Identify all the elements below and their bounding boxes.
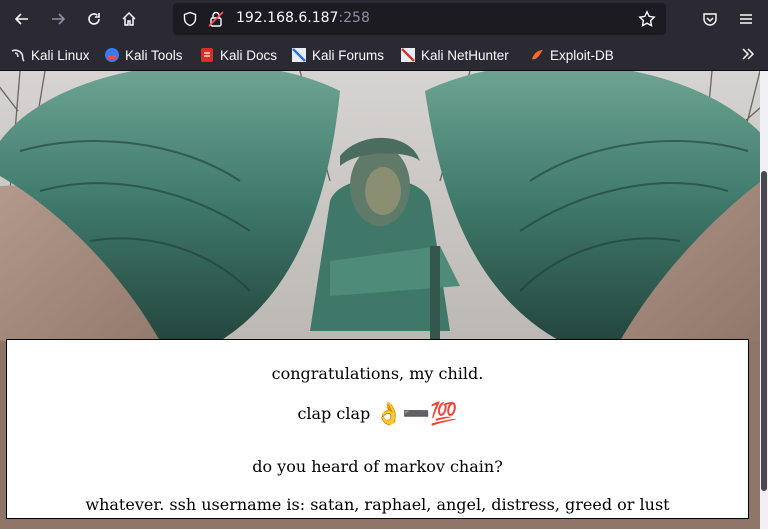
minus-emoji: ➖ (402, 402, 431, 427)
bookmark-star-icon[interactable] (638, 10, 656, 28)
forward-button[interactable] (44, 5, 72, 33)
bookmark-kali-forums[interactable]: Kali Forums (291, 45, 384, 65)
kali-docs-icon (201, 48, 213, 62)
reload-button[interactable] (80, 5, 108, 33)
url-bar[interactable]: 192.168.6.187:258 (173, 3, 666, 35)
ok-hand-emoji: 👌 (375, 402, 403, 427)
bookmark-kali-docs[interactable]: Kali Docs (199, 45, 277, 65)
scrollbar-thumb[interactable] (761, 171, 767, 491)
back-arrow-icon (14, 13, 28, 25)
clap-text: clap clap (297, 404, 376, 423)
clap-line: clap clap 👌➖💯 (7, 402, 748, 427)
bookmark-exploit-db[interactable]: Exploit-DB (529, 45, 614, 65)
menu-button[interactable] (732, 5, 760, 33)
home-icon (122, 11, 136, 26)
bookmark-kali-linux[interactable]: Kali Linux (10, 45, 90, 65)
shield-icon[interactable] (182, 11, 198, 27)
insecure-lock-icon[interactable] (208, 10, 224, 28)
message-box: congratulations, my child. clap clap 👌➖💯… (6, 339, 749, 519)
page-scrollbar[interactable] (760, 71, 768, 529)
hundred-points-emoji: 💯 (430, 402, 458, 427)
home-button[interactable] (115, 5, 143, 33)
bookmark-label: Kali Forums (312, 47, 385, 63)
exploit-db-icon (532, 50, 543, 60)
forward-arrow-icon (52, 13, 66, 25)
bookmark-label: Kali Linux (31, 47, 90, 63)
bookmark-label: Kali NetHunter (421, 47, 509, 63)
double-chevron-right-icon (742, 48, 755, 60)
markov-chain-text: do you heard of markov chain? (252, 457, 503, 476)
congratulations-text: congratulations, my child. (271, 364, 484, 383)
kali-forums-icon (292, 48, 306, 62)
reload-icon (88, 13, 100, 25)
url-host: 192.168.6.187 (236, 10, 339, 26)
url-text[interactable]: 192.168.6.187:258 (236, 10, 370, 26)
url-port: :258 (338, 10, 370, 26)
kali-nethunter-icon (401, 48, 415, 62)
kali-dragon-icon (11, 49, 25, 62)
bookmarks-overflow-button[interactable] (740, 44, 756, 64)
pocket-icon (703, 13, 717, 26)
bookmarks-toolbar: Kali Linux Kali Tools Kali Docs Kali For… (0, 38, 768, 71)
browser-toolbar: 192.168.6.187:258 (0, 0, 768, 38)
kali-tools-icon (105, 48, 119, 62)
bookmark-kali-tools[interactable]: Kali Tools (104, 45, 183, 65)
bookmark-kali-nethunter[interactable]: Kali NetHunter (400, 45, 509, 65)
page-viewport: congratulations, my child. clap clap 👌➖💯… (0, 71, 768, 529)
pocket-button[interactable] (696, 5, 724, 33)
ssh-username-hint-text: whatever. ssh username is: satan, raphae… (85, 495, 670, 514)
hamburger-menu-icon (740, 14, 752, 24)
bookmark-label: Kali Tools (125, 47, 183, 63)
back-button[interactable] (8, 5, 36, 33)
bookmark-label: Exploit-DB (550, 47, 614, 63)
bookmark-label: Kali Docs (220, 47, 278, 63)
